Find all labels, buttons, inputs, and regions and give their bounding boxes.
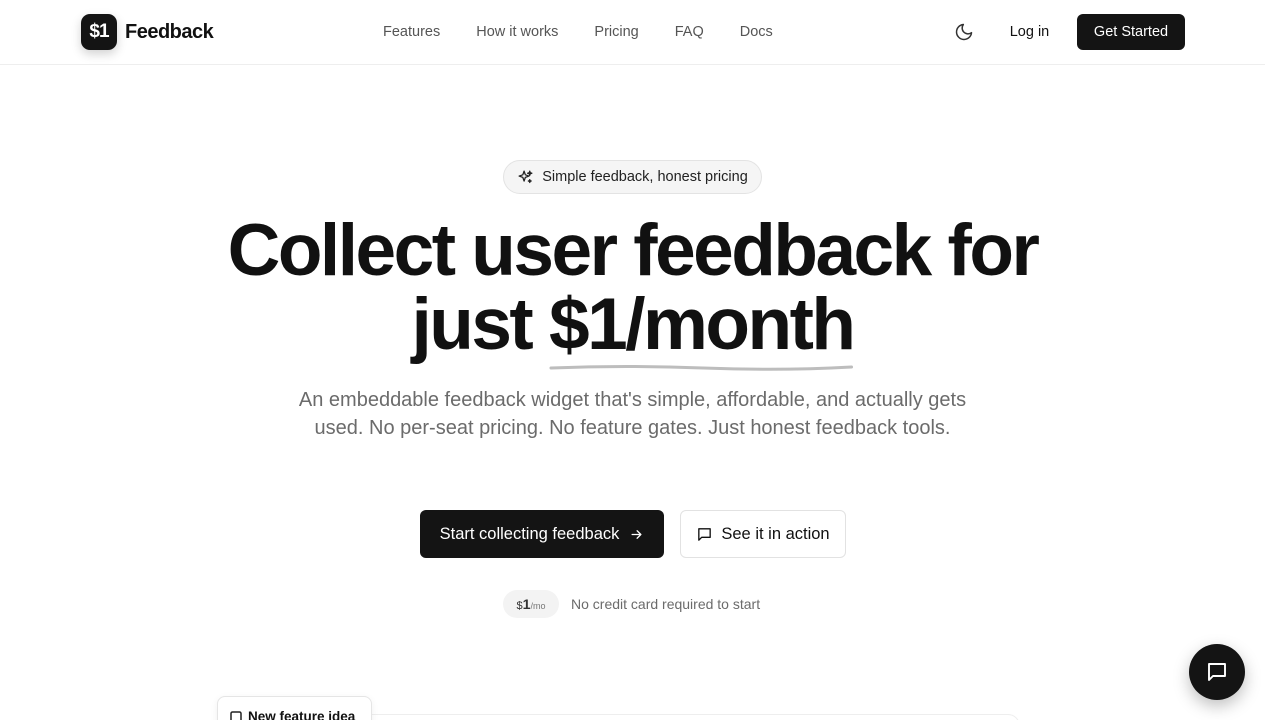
nav-link-docs[interactable]: Docs <box>722 22 791 42</box>
main-nav: Features How it works Pricing FAQ Docs <box>365 22 791 42</box>
see-it-in-action-label: See it in action <box>721 524 830 543</box>
hero-title-price: $1/month <box>549 288 856 371</box>
see-it-in-action-button[interactable]: See it in action <box>680 510 846 558</box>
hero-subtitle: An embeddable feedback widget that's sim… <box>298 389 967 439</box>
tagline-text: Simple feedback, honest pricing <box>542 169 748 185</box>
logo[interactable]: $1 Feedback <box>81 14 214 50</box>
feature-idea-card-header: New feature idea <box>230 709 355 720</box>
chat-bubble-icon <box>1208 663 1226 681</box>
price-badge-amount: 1 <box>522 596 531 612</box>
start-collecting-label: Start collecting feedback <box>439 524 620 543</box>
no-credit-card-note: No credit card required to start <box>571 596 761 612</box>
arrow-right-icon <box>631 529 642 539</box>
square-icon <box>230 710 242 720</box>
message-square-icon <box>698 527 712 541</box>
nav-link-pricing[interactable]: Pricing <box>576 22 656 42</box>
hero-title-line1: Collect user feedback for <box>227 210 1040 291</box>
sparkles-icon <box>518 169 533 183</box>
nav-link-how-it-works[interactable]: How it works <box>458 22 576 42</box>
site-header: $1 Feedback Features How it works Pricin… <box>0 0 1265 65</box>
feature-idea-card-label: New feature idea <box>248 709 356 720</box>
chat-widget-button[interactable] <box>1189 644 1245 700</box>
start-collecting-button[interactable]: Start collecting feedback <box>420 510 664 558</box>
price-badge-period: /mo <box>530 601 546 611</box>
moon-icon <box>955 23 973 41</box>
price-badge: $ 1 /mo <box>503 590 559 618</box>
logo-mark: $1 <box>81 14 117 50</box>
hero-title: Collect user feedback for just $1/month <box>0 214 1265 371</box>
hero-price-text: $1/month <box>549 284 856 365</box>
logo-text: Feedback <box>125 20 214 43</box>
theme-toggle-button[interactable] <box>950 18 978 46</box>
feature-idea-card[interactable]: New feature idea <box>217 696 372 720</box>
price-underline <box>549 365 854 371</box>
tagline-pill: Simple feedback, honest pricing <box>503 160 762 194</box>
hero-title-prefix: just <box>411 284 533 365</box>
get-started-button[interactable]: Get Started <box>1077 14 1185 50</box>
nav-link-faq[interactable]: FAQ <box>657 22 722 42</box>
login-link[interactable]: Log in <box>994 14 1065 50</box>
nav-link-features[interactable]: Features <box>365 22 458 42</box>
